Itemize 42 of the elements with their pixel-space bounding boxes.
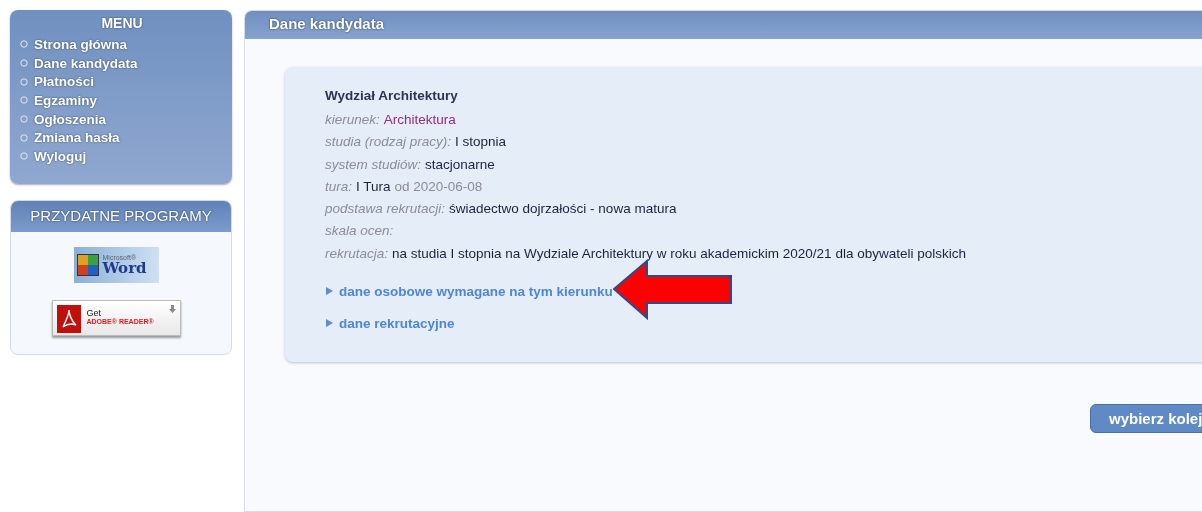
menu-link[interactable]: Strona główna [20,35,127,54]
menu-link[interactable]: Płatności [20,72,95,92]
field-label: podstawa rekrutacji: [325,200,446,219]
choose-button[interactable]: wybierz kolej [1090,404,1202,434]
field-note: od 2020-06-08 [394,177,483,196]
triangle-icon [325,287,333,296]
menu-link[interactable]: Zmiana hasła [20,128,120,148]
bullet-icon [20,133,28,142]
field-value: na studia I stopnia na Wydziale Architektury w roku akademickim 2020/21 dla obywateli polskich [392,244,966,263]
menu-link[interactable]: Ogłoszenia [20,109,106,129]
bullet-icon [20,152,28,161]
bullet-icon [20,59,28,68]
field-label: tura: [325,177,352,196]
triangle-icon [325,319,333,328]
bullet-icon [20,115,28,124]
field-label: rekrutacja: [325,244,389,263]
field-label: kierunek: [325,111,380,129]
puzzle-icon [76,254,99,276]
bullet-icon [20,40,28,49]
field-label: system studiów: [325,155,422,174]
faculty-heading: Wydział Architektury [325,88,459,103]
bullet-icon [20,77,28,86]
field-value: I Tura [356,177,391,196]
menu-link[interactable]: Egzaminy [20,91,98,110]
menu-title: MENU [100,15,144,31]
field-value: stacjonarne [425,155,495,174]
bullet-icon [20,96,28,105]
menu-link[interactable]: Dane kandydata [20,53,138,73]
field-label: studia (rodzaj pracy): [325,133,452,152]
badge-text: Get [86,308,102,318]
field-value: świadectwo dojrzałości - nowa matura [449,200,677,219]
document-icon [56,305,81,333]
section-toggle[interactable]: dane osobowe wymagane na tym kierunku [325,283,613,299]
field-value: I stopnia [455,133,507,152]
menu-link[interactable]: Wyloguj [20,147,87,166]
section-toggle[interactable]: dane rekrutacyjne [325,315,455,331]
panel-title: PRZYDATNE PROGRAMY [11,201,231,232]
badge-text: Word [102,261,147,276]
field-label: skala ocen: [325,222,394,241]
panel-header: Dane kandydata [245,11,1202,39]
download-icon [168,305,176,313]
field-link[interactable]: Architektura [383,109,456,132]
